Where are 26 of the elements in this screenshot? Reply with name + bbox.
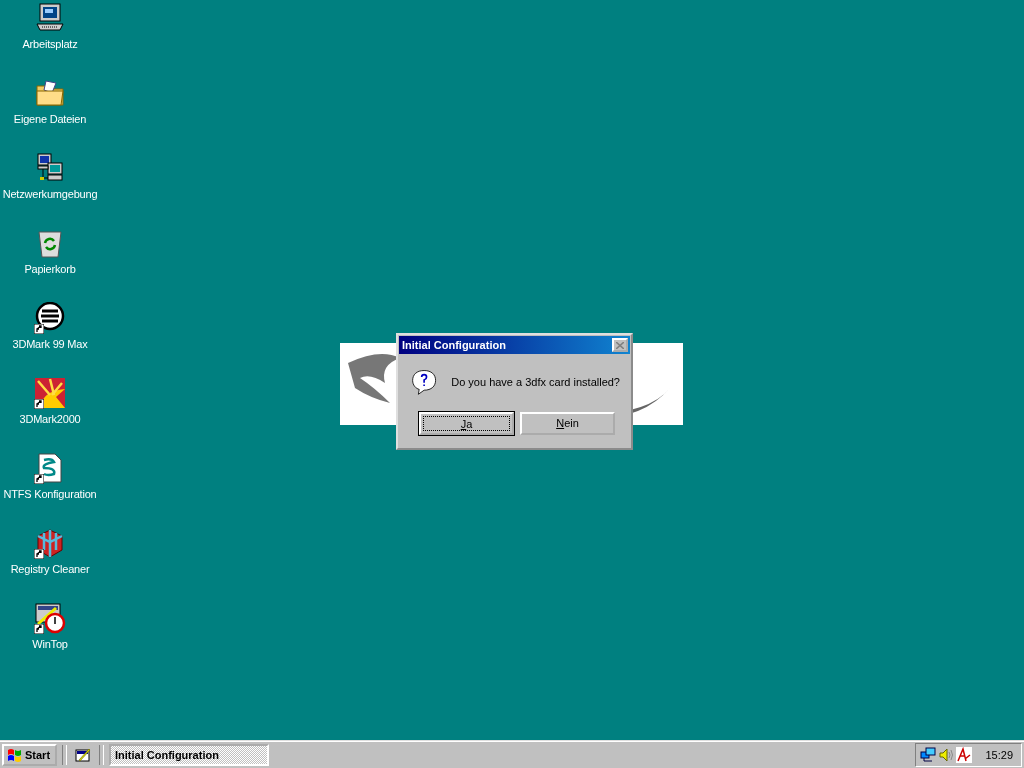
network-computers-icon[interactable] bbox=[34, 152, 66, 184]
desktop-icon-label[interactable]: Eigene Dateien bbox=[13, 113, 87, 125]
desktop-icon-label[interactable]: NTFS Konfiguration bbox=[3, 488, 97, 500]
computer-icon[interactable] bbox=[34, 2, 66, 34]
flag-icon bbox=[7, 747, 23, 762]
desktop-icon-label[interactable]: Netzwerkumgebung bbox=[2, 188, 98, 200]
desktop-icon-label[interactable]: Registry Cleaner bbox=[10, 563, 90, 575]
taskbar-window-button[interactable]: Initial Configuration bbox=[109, 743, 269, 766]
speaker-icon[interactable] bbox=[939, 746, 954, 763]
clock: 15:29 bbox=[985, 748, 1013, 761]
stopwatch-icon[interactable] bbox=[34, 602, 66, 634]
folder-icon[interactable] bbox=[34, 77, 66, 109]
starburst-icon[interactable] bbox=[34, 377, 66, 409]
dialog-button[interactable]: Ja bbox=[419, 412, 514, 435]
window-title: Initial Configuration bbox=[402, 339, 506, 351]
desktop-icon-label[interactable]: 3DMark2000 bbox=[19, 413, 81, 425]
close-icon bbox=[616, 341, 624, 349]
dialog-button[interactable]: Nein bbox=[520, 412, 615, 435]
desktop-icon-label[interactable]: Papierkorb bbox=[24, 263, 76, 275]
desktop-icon-label[interactable]: Arbeitsplatz bbox=[22, 38, 78, 50]
network-icon[interactable] bbox=[920, 746, 937, 763]
start-button[interactable]: Start bbox=[2, 743, 57, 766]
document-reader-icon[interactable] bbox=[956, 746, 973, 763]
desktop-icon-label[interactable]: WinTop bbox=[32, 638, 68, 650]
message-text: Do you have a 3dfx card installed? bbox=[451, 376, 620, 388]
desktop-icon-label[interactable]: 3DMark 99 Max bbox=[12, 338, 88, 350]
